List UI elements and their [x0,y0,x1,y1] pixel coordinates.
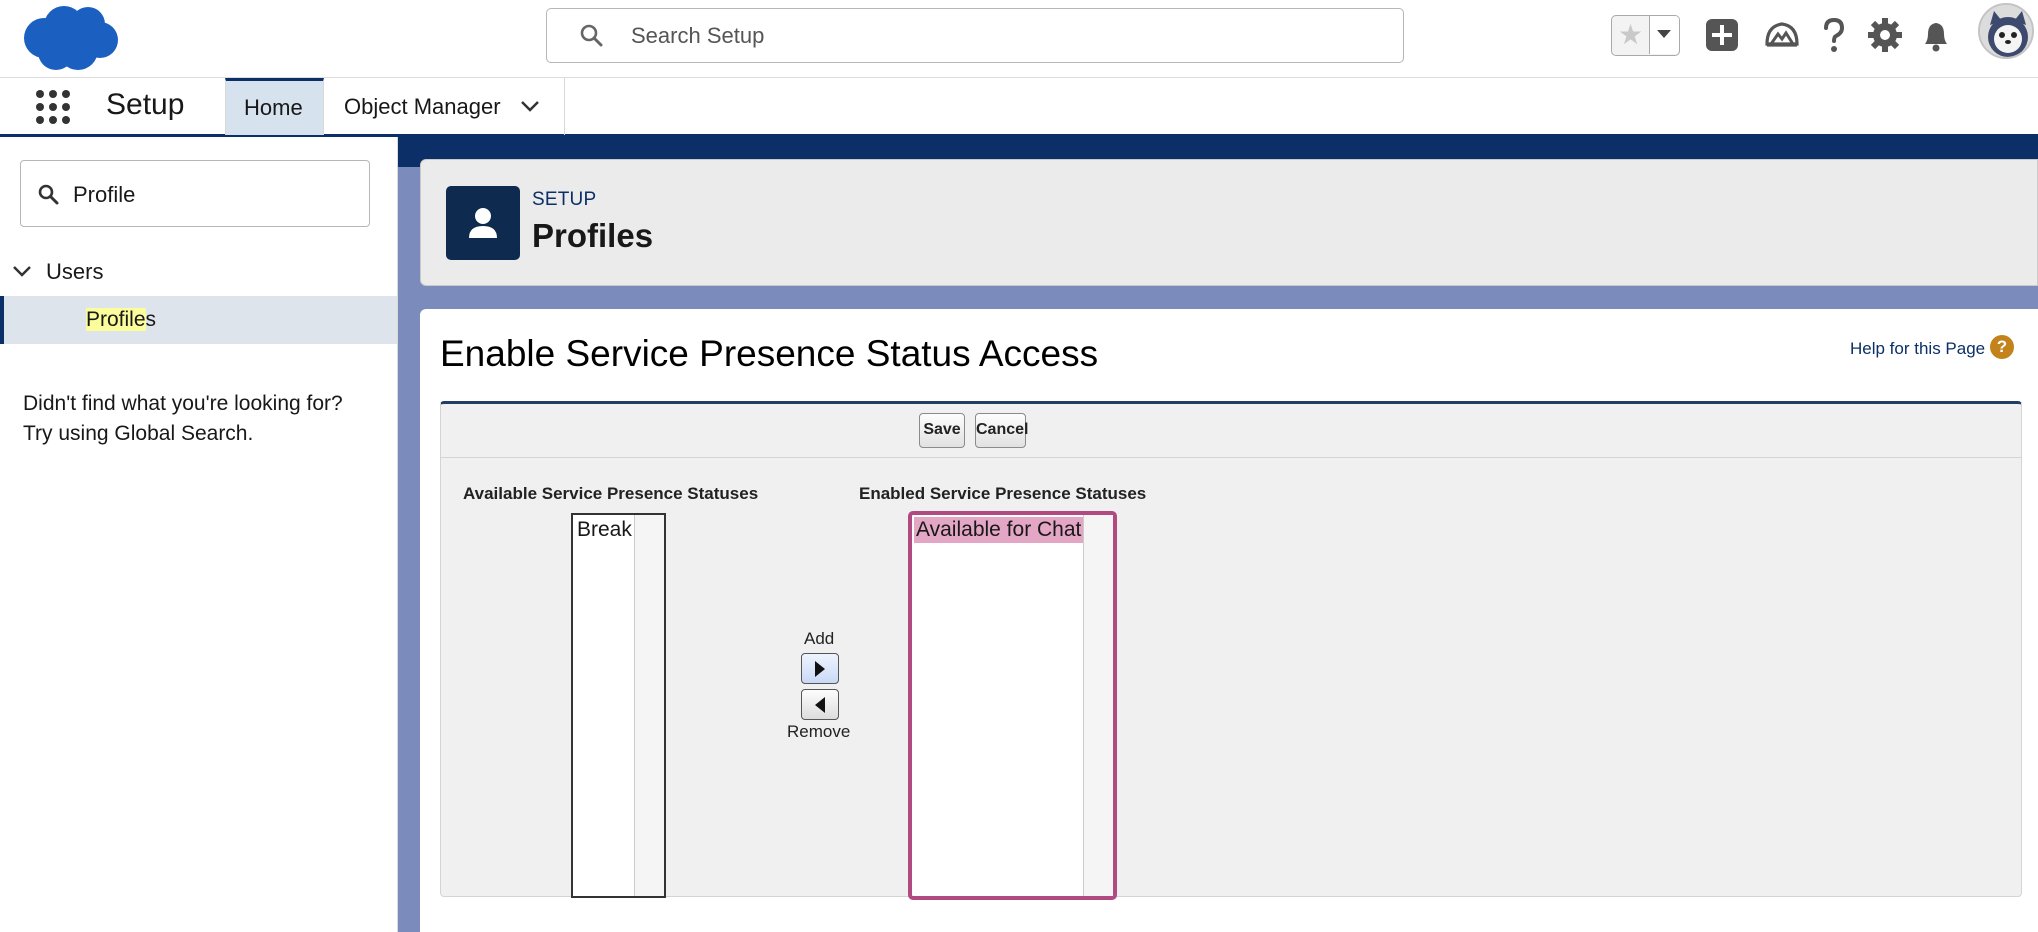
help-link[interactable]: Help for this Page [1850,339,1985,359]
page-title: Profiles [532,217,654,254]
enabled-statuses-label: Enabled Service Presence Statuses [859,484,1147,503]
search-highlight: Profile [86,308,146,331]
available-statuses-label: Available Service Presence Statuses [463,484,759,503]
astro-avatar-icon [1980,5,2032,57]
page-header: SETUP Profiles [420,159,2038,286]
search-icon [38,184,59,205]
edit-block: Save Cancel Available Service Presence S… [440,401,2022,900]
sidebar-item-label-rest: s [145,308,157,331]
chevron-down-icon [13,266,31,277]
scrollbar[interactable] [634,515,664,896]
arrow-right-icon [815,661,825,677]
quick-find-value: Profile [73,182,136,207]
salesforce-logo[interactable] [22,4,120,72]
button-row: Save Cancel [441,404,2021,458]
arrow-left-icon [815,697,825,713]
content-title: Enable Service Presence Status Access [440,333,1099,374]
trailhead-icon[interactable] [1763,16,1801,54]
search-icon [580,24,603,47]
content-card: Enable Service Presence Status Access He… [420,309,2038,932]
save-button[interactable]: Save [919,413,965,448]
help-icon[interactable] [1815,16,1853,54]
enabled-statuses-list[interactable]: Available for Chat [908,511,1117,900]
profile-icon [446,186,520,260]
list-item[interactable]: Break [575,517,634,543]
search-placeholder: Search Setup [631,23,765,48]
not-found-line-1: Didn't find what you're looking for? [23,392,343,415]
sidebar-item-label: Profiles [86,308,156,332]
tab-home-label: Home [244,95,303,120]
favorite-star-icon[interactable]: ★ [1618,21,1643,49]
global-search-input[interactable]: Search Setup [546,8,1404,63]
remove-label: Remove [787,722,851,741]
list-item[interactable]: Available for Chat [914,517,1084,543]
notifications-icon[interactable] [1917,16,1955,54]
available-statuses-list[interactable]: Break [571,513,666,898]
chevron-down-icon [1657,30,1671,38]
sidebar-group-label: Users [46,259,104,284]
avatar[interactable] [1978,3,2034,59]
setup-sidebar: Profile Users Profiles Didn't find what … [0,137,398,932]
chevron-down-icon[interactable] [520,100,540,112]
cancel-button[interactable]: Cancel [975,413,1028,448]
quick-find-input[interactable]: Profile [20,160,370,227]
context-nav-bar: Setup Home Object Manager [0,77,2038,137]
global-header: Search Setup ★ [0,0,2038,77]
not-found-message: Didn't find what you're looking for? Try… [23,389,383,449]
tab-object-manager-label: Object Manager [344,94,501,119]
not-found-line-2: Try using Global Search. [23,422,254,445]
global-actions-icon[interactable] [1703,16,1741,54]
setup-gear-icon[interactable] [1866,16,1904,54]
app-name: Setup [106,88,185,121]
page-header-eyebrow: SETUP [532,189,597,210]
sidebar-item-profiles[interactable]: Profiles [0,296,397,344]
app-launcher-icon[interactable] [34,88,72,126]
add-label: Add [804,629,835,648]
scrollbar[interactable] [1083,515,1113,896]
remove-button[interactable] [801,689,839,720]
favorites-dropdown-button[interactable] [1649,16,1679,54]
tab-home[interactable]: Home [225,78,324,135]
add-button[interactable] [801,653,839,684]
favorites-group[interactable]: ★ [1611,15,1680,56]
help-question-icon[interactable]: ? [1990,335,2014,359]
tab-object-manager[interactable]: Object Manager [324,78,565,135]
